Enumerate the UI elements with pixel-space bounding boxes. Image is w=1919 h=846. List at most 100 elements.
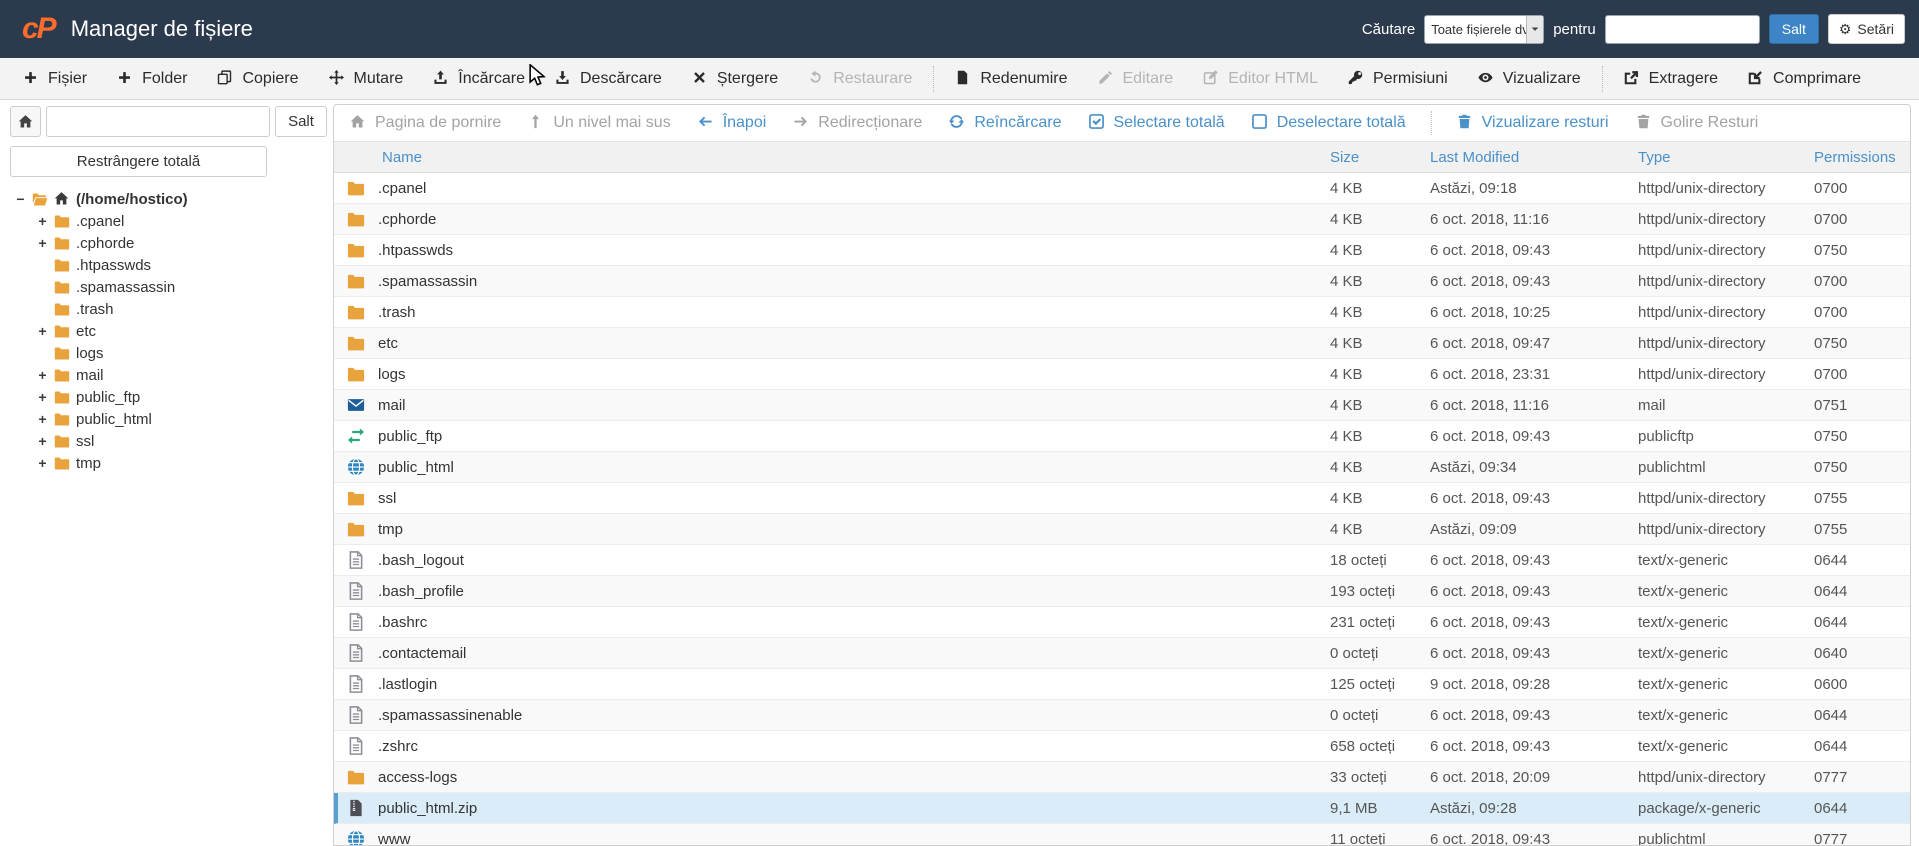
table-row-cpanel[interactable]: .cpanel4 KBAstăzi, 09:18httpd/unix-direc… [334,173,1910,204]
file-name-label: .contactemail [378,645,466,662]
toolbar-button-comprimare[interactable]: Comprimare [1735,58,1874,99]
actionbar-button-label: Reîncărcare [974,114,1061,132]
file-type-cell: httpd/unix-directory [1638,769,1814,786]
search-scope-select[interactable]: Toate fișierele dvs. [1424,15,1544,44]
tree-item-home-hostico[interactable]: −(/home/hostico) [10,188,327,210]
tree-item-public-ftp[interactable]: +public_ftp [10,386,327,408]
actionbar-button-reincarcare[interactable]: Reîncărcare [949,114,1061,132]
file-name-label: .trash [378,304,416,321]
column-header-permissions[interactable]: Permissions [1814,149,1910,166]
search-input[interactable] [1605,15,1760,44]
file-permissions-cell: 0700 [1814,366,1910,383]
tree-item-cpanel[interactable]: +.cpanel [10,210,327,232]
table-row-public-html[interactable]: public_html4 KBAstăzi, 09:34publichtml07… [334,452,1910,483]
tree-item-ssl[interactable]: +ssl [10,430,327,452]
table-row-etc[interactable]: etc4 KB6 oct. 2018, 09:47httpd/unix-dire… [334,328,1910,359]
toolbar-button-fisier[interactable]: Fișier [10,58,100,99]
toolbar-button-mutare[interactable]: Mutare [316,58,417,99]
toolbar-button-copiere[interactable]: Copiere [204,58,311,99]
tree-expander-plus-icon[interactable]: + [36,389,49,405]
table-row-zshrc[interactable]: .zshrc658 octeți6 oct. 2018, 09:43text/x… [334,731,1910,762]
table-row-trash[interactable]: .trash4 KB6 oct. 2018, 10:25httpd/unix-d… [334,297,1910,328]
file-permissions-cell: 0644 [1814,738,1910,755]
x-icon [692,70,710,88]
column-header-name[interactable]: Name [334,149,1330,166]
file-name-label: .spamassassin [378,273,477,290]
actionbar-button-inapoi[interactable]: Înapoi [698,114,767,132]
tree-item-spamassassin[interactable]: .spamassassin [10,276,327,298]
table-row-bash-logout[interactable]: .bash_logout18 octeți6 oct. 2018, 09:43t… [334,545,1910,576]
table-row-bash-profile[interactable]: .bash_profile193 octeți6 oct. 2018, 09:4… [334,576,1910,607]
tree-expander-plus-icon[interactable]: + [36,455,49,471]
tree-item-public-html[interactable]: +public_html [10,408,327,430]
folder-icon [347,520,365,538]
file-name-label: .bash_profile [378,583,464,600]
file-type-cell: text/x-generic [1638,738,1814,755]
table-row-htpasswds[interactable]: .htpasswds4 KB6 oct. 2018, 09:43httpd/un… [334,235,1910,266]
upload-icon [433,70,451,88]
table-row-lastlogin[interactable]: .lastlogin125 octeți9 oct. 2018, 09:28te… [334,669,1910,700]
table-row-spamassassinenable[interactable]: .spamassassinenable0 octeți6 oct. 2018, … [334,700,1910,731]
table-row-tmp[interactable]: tmp4 KBAstăzi, 09:09httpd/unix-directory… [334,514,1910,545]
settings-button[interactable]: ⚙Setări [1828,14,1905,44]
search-submit-button[interactable]: Salt [1769,14,1819,44]
tree-item-logs[interactable]: logs [10,342,327,364]
toolbar-button-folder[interactable]: Folder [104,58,200,99]
toolbar-divider [933,66,934,92]
tree-expander-plus-icon[interactable]: + [36,213,49,229]
file-size-cell: 4 KB [1330,273,1430,290]
table-row-cphorde[interactable]: .cphorde4 KB6 oct. 2018, 11:16httpd/unix… [334,204,1910,235]
tree-item-etc[interactable]: +etc [10,320,327,342]
table-row-www[interactable]: www11 octeți6 oct. 2018, 09:43publichtml… [334,824,1910,845]
file-modified-cell: 6 oct. 2018, 09:43 [1430,614,1638,631]
table-row-access-logs[interactable]: access-logs33 octeți6 oct. 2018, 20:09ht… [334,762,1910,793]
toolbar-button-extragere[interactable]: Extragere [1611,58,1731,99]
file-modified-cell: Astăzi, 09:34 [1430,459,1638,476]
toolbar-button-permisiuni[interactable]: Permisiuni [1335,58,1461,99]
table-row-public-html-zip[interactable]: public_html.zip9,1 MBAstăzi, 09:28packag… [334,793,1910,824]
table-row-contactemail[interactable]: .contactemail0 octeți6 oct. 2018, 09:43t… [334,638,1910,669]
toolbar-button-vizualizare[interactable]: Vizualizare [1465,58,1594,99]
tree-expander-plus-icon[interactable]: + [36,323,49,339]
home-icon[interactable] [10,106,41,137]
tree-item-trash[interactable]: .trash [10,298,327,320]
tree-expander-plus-icon[interactable]: + [36,411,49,427]
toolbar-button-descarcare[interactable]: Descărcare [542,58,675,99]
file-modified-cell: 6 oct. 2018, 09:43 [1430,552,1638,569]
actionbar-button-deselectare-totala[interactable]: Deselectare totală [1252,114,1406,132]
tree-item-label: mail [76,367,104,384]
toolbar-button-stergere[interactable]: Ștergere [679,58,791,99]
column-header-size[interactable]: Size [1330,149,1430,166]
tree-item-label: .spamassassin [76,279,175,296]
table-row-spamassassin[interactable]: .spamassassin4 KB6 oct. 2018, 09:43httpd… [334,266,1910,297]
file-name-label: .htpasswds [378,242,453,259]
tree-item-htpasswds[interactable]: .htpasswds [10,254,327,276]
file-text-icon [347,706,365,724]
column-header-last-modified[interactable]: Last Modified [1430,149,1638,166]
column-header-type[interactable]: Type [1638,149,1814,166]
tree-item-cphorde[interactable]: +.cphorde [10,232,327,254]
path-input[interactable] [46,106,270,137]
tree-expander-plus-icon[interactable]: + [36,367,49,383]
actionbar-button-vizualizare-resturi[interactable]: Vizualizare resturi [1457,114,1609,132]
tree-expander-minus-icon[interactable]: − [14,191,27,207]
file-size-cell: 4 KB [1330,242,1430,259]
toolbar-button-incarcare[interactable]: Încărcare [420,58,538,99]
tree-item-tmp[interactable]: +tmp [10,452,327,474]
file-type-cell: text/x-generic [1638,583,1814,600]
table-row-bashrc[interactable]: .bashrc231 octeți6 oct. 2018, 09:43text/… [334,607,1910,638]
tree-expander-plus-icon[interactable]: + [36,235,49,251]
toolbar-button-redenumire[interactable]: Redenumire [942,58,1080,99]
table-row-logs[interactable]: logs4 KB6 oct. 2018, 23:31httpd/unix-dir… [334,359,1910,390]
path-go-button[interactable]: Salt [275,106,327,137]
file-type-cell: text/x-generic [1638,676,1814,693]
table-row-ssl[interactable]: ssl4 KB6 oct. 2018, 09:43httpd/unix-dire… [334,483,1910,514]
refresh-icon [949,114,967,132]
table-row-public-ftp[interactable]: public_ftp4 KB6 oct. 2018, 09:43publicft… [334,421,1910,452]
actionbar-button-selectare-totala[interactable]: Selectare totală [1089,114,1225,132]
search-scope-value: Toate fișierele dvs. [1425,22,1526,37]
tree-item-mail[interactable]: + mail [10,364,327,386]
table-row-mail[interactable]: mail4 KB6 oct. 2018, 11:16mail0751 [334,390,1910,421]
tree-expander-plus-icon[interactable]: + [36,433,49,449]
collapse-all-button[interactable]: Restrângere totală [10,146,267,177]
